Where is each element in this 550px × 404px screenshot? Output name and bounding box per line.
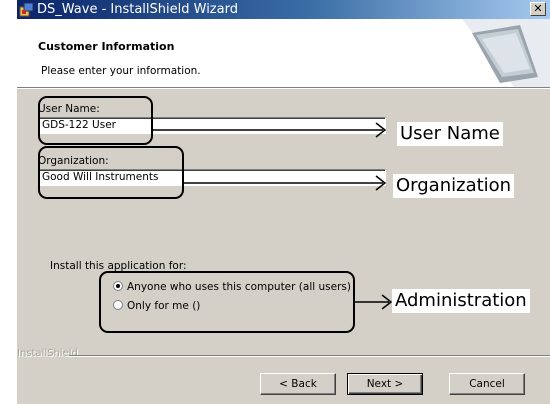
administration-annotation: Administration bbox=[392, 289, 530, 313]
annotation-arrows bbox=[153, 122, 393, 310]
organization-annotation: Organization bbox=[393, 174, 515, 198]
user-name-annotation: User Name bbox=[397, 122, 503, 146]
